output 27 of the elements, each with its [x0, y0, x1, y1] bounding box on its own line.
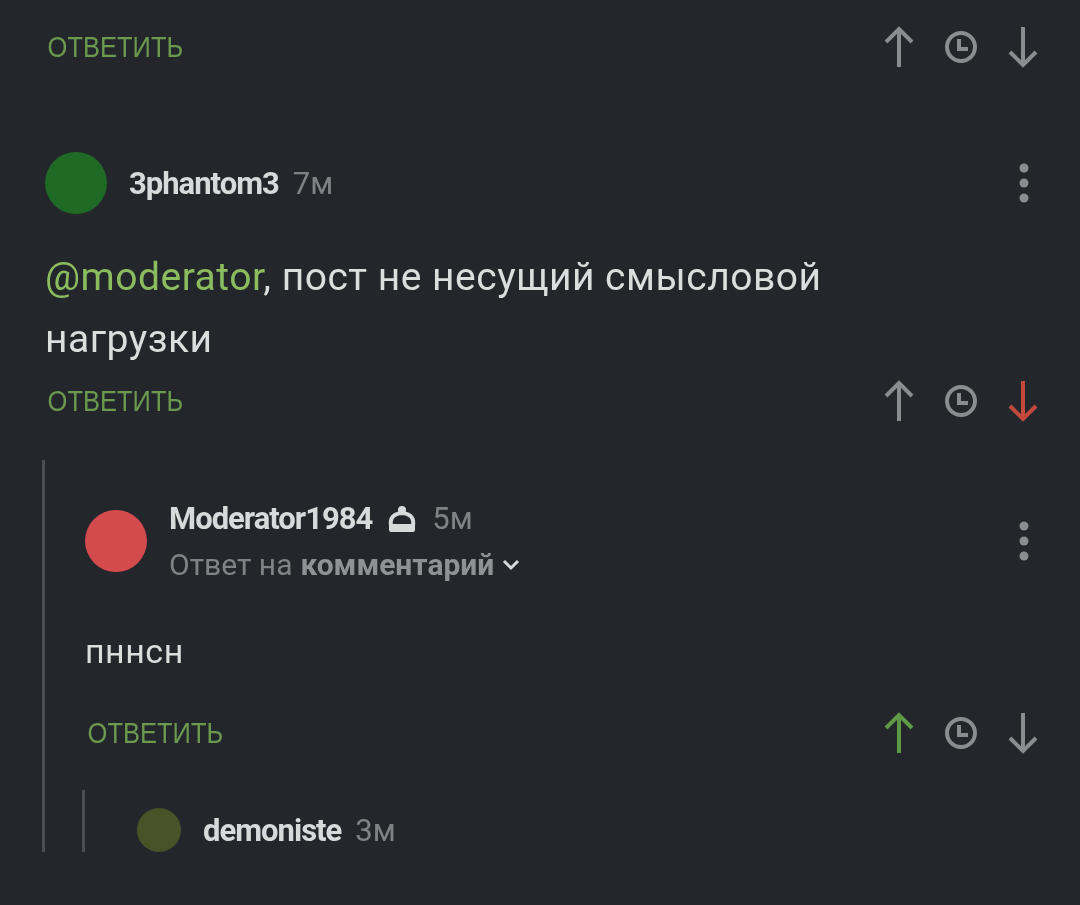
downvote-arrow-icon[interactable] — [1006, 379, 1040, 423]
downvote-arrow-icon[interactable] — [1006, 711, 1040, 755]
comment-time: 7м — [292, 164, 334, 202]
reply-to-link[interactable]: комментарий — [300, 547, 495, 582]
reply-button[interactable]: ОТВЕТИТЬ — [85, 716, 224, 750]
comment-text: пннсн — [85, 630, 185, 673]
comment-text: @moderator, пост не несущий смысловой нагрузки — [45, 253, 823, 364]
downvote-arrow-icon[interactable] — [1006, 25, 1040, 69]
comment-time: 5м — [432, 500, 473, 537]
more-options-icon[interactable] — [1018, 521, 1030, 561]
chevron-down-icon[interactable] — [502, 558, 521, 571]
reply-button[interactable]: ОТВЕТИТЬ — [45, 30, 184, 64]
reply-to-label: Ответ на — [169, 547, 293, 582]
author-name[interactable]: demoniste — [203, 811, 342, 849]
clock-icon[interactable] — [944, 30, 978, 64]
avatar-image — [137, 808, 181, 852]
clock-icon[interactable] — [944, 384, 978, 418]
mention-link[interactable]: @moderator — [45, 254, 264, 300]
upvote-arrow-icon[interactable] — [882, 711, 916, 755]
upvote-arrow-icon[interactable] — [882, 379, 916, 423]
comment-time: 3м — [355, 811, 396, 849]
author-name[interactable]: 3phantom3 — [129, 164, 279, 202]
clock-icon[interactable] — [944, 716, 978, 750]
author-name[interactable]: Moderator1984 — [169, 500, 373, 537]
reply-button[interactable]: ОТВЕТИТЬ — [45, 384, 184, 418]
upvote-arrow-icon[interactable] — [882, 25, 916, 69]
more-options-icon[interactable] — [1018, 163, 1030, 203]
